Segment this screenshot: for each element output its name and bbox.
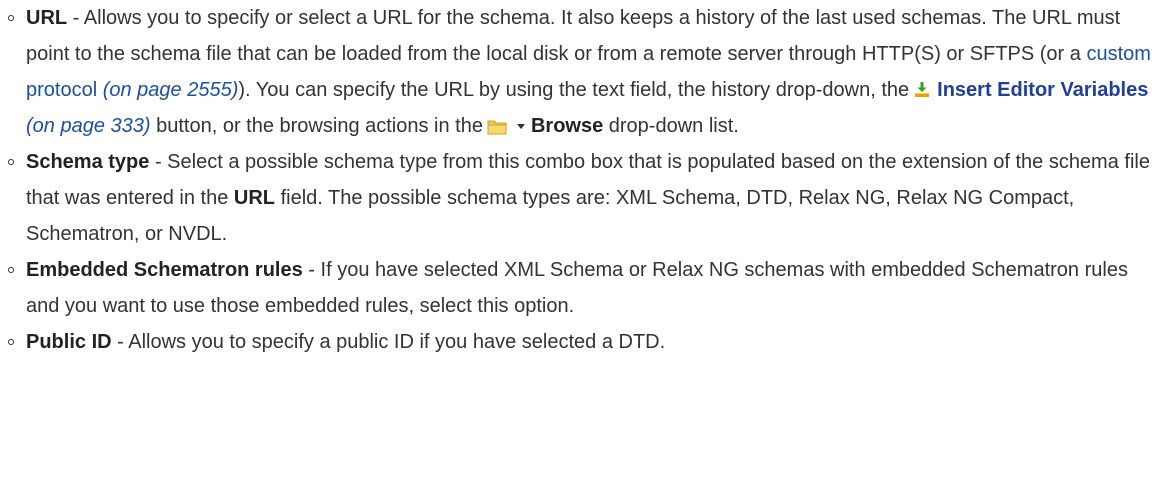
list-item-url: URL - Allows you to specify or select a … [0,0,1163,144]
separator: - [302,259,321,281]
separator: - [67,7,84,29]
list-item-embedded-schematron: Embedded Schematron rules - If you have … [0,252,1163,324]
bullet-icon [8,267,14,273]
bullet-icon [8,159,14,165]
list-item-schema-type: Schema type - Select a possible schema t… [0,144,1163,252]
list-item-public-id: Public ID - Allows you to specify a publ… [0,324,1163,360]
bullet-icon [8,339,14,345]
separator: - [111,331,129,353]
insert-editor-variables-page-link[interactable]: (on page 333) [26,115,151,137]
chevron-down-icon [516,124,525,129]
url-reference: URL [233,187,276,209]
url-description: Allows you to specify or select a URL fo… [26,7,1121,65]
custom-protocol-page-link[interactable]: (on page 2555) [103,79,239,101]
bullet-icon [8,15,14,21]
document-body: URL - Allows you to specify or select a … [0,0,1163,360]
public-id-description: Allows you to specify a public ID if you… [128,331,666,353]
url-description-4: drop-down list. [603,115,739,137]
browse-label: Browse [530,115,604,137]
term-public-id: Public ID [26,331,112,353]
url-description-2: ). You can specify the URL by using the … [238,79,910,101]
term-url: URL [26,7,68,29]
insert-editor-variables-link[interactable]: Insert Editor Variables [937,79,1148,101]
options-list: URL - Allows you to specify or select a … [0,0,1163,360]
folder-icon [487,119,507,135]
term-schema-type: Schema type [26,151,150,173]
term-embedded-schematron: Embedded Schematron rules [26,259,303,281]
separator: - [149,151,168,173]
insert-variables-icon [913,81,931,99]
url-description-3: button, or the browsing actions in the [150,115,483,137]
